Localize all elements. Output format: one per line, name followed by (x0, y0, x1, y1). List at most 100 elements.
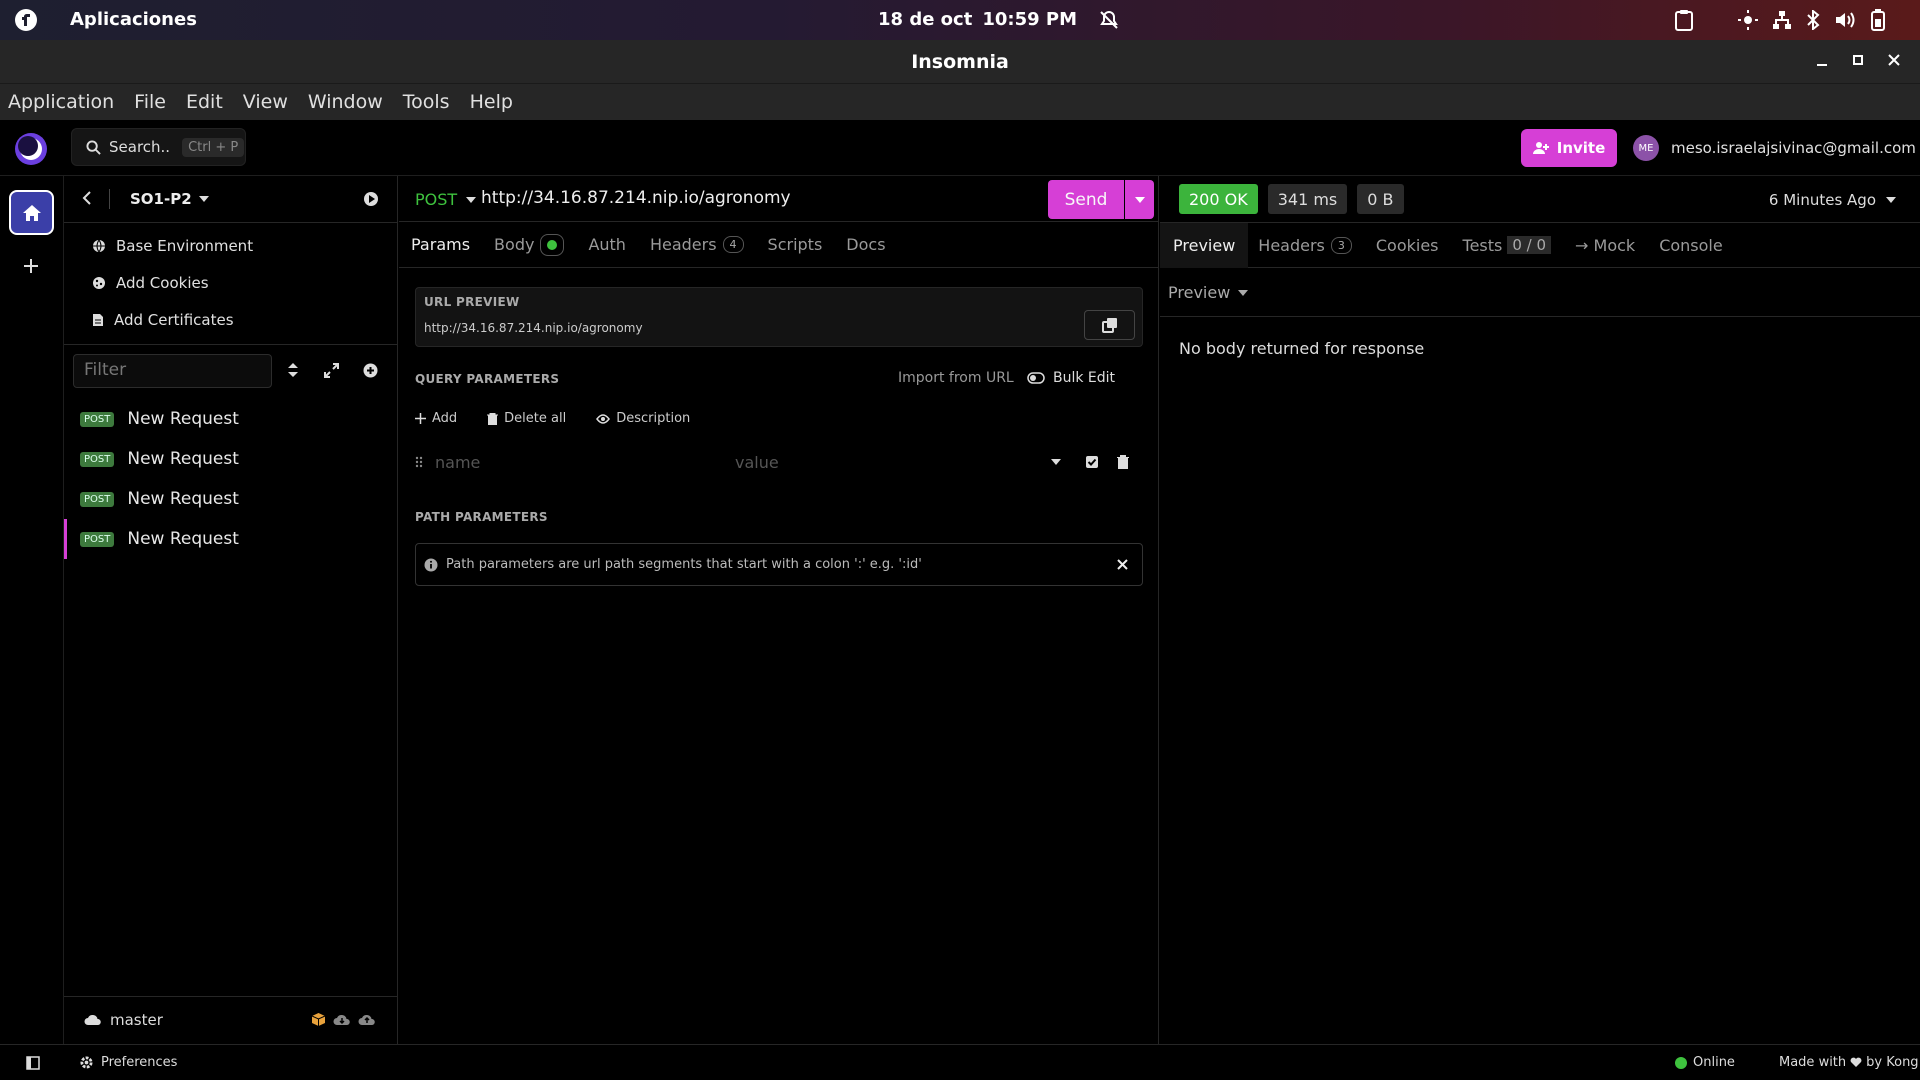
menu-file[interactable]: File (134, 91, 166, 113)
tab-cookies[interactable]: Cookies (1376, 236, 1439, 255)
home-button[interactable] (9, 190, 54, 235)
param-value-input[interactable]: value (735, 453, 1051, 472)
tab-scripts[interactable]: Scripts (768, 235, 823, 254)
project-name: SO1-P2 (130, 190, 192, 208)
expand-icon[interactable] (324, 363, 339, 378)
response-pane: 200 OK 341 ms 0 B 6 Minutes Ago Preview … (1160, 176, 1920, 1044)
param-row: name value (415, 447, 1143, 477)
fedora-logo-icon[interactable] (14, 8, 38, 32)
back-button[interactable] (82, 191, 92, 205)
made-with-kong[interactable]: Made with by Kong (1779, 1055, 1919, 1070)
add-request-icon[interactable] (363, 363, 378, 378)
path-parameters-info: Path parameters are url path segments th… (415, 543, 1143, 586)
add-project-icon[interactable] (23, 258, 39, 274)
bulk-edit-toggle[interactable]: Bulk Edit (1027, 370, 1115, 386)
send-options-button[interactable] (1125, 180, 1154, 219)
cloud-icon (84, 1014, 102, 1026)
project-switcher[interactable]: SO1-P2 (130, 190, 209, 208)
add-certificates-label: Add Certificates (114, 311, 234, 329)
close-icon[interactable] (1117, 559, 1128, 570)
headers-count-badge: 3 (1330, 236, 1352, 254)
response-size-badge: 0 B (1357, 184, 1404, 214)
drag-handle-icon[interactable] (415, 456, 423, 468)
close-icon[interactable] (1886, 52, 1902, 68)
preferences-label: Preferences (101, 1055, 178, 1070)
run-collection-icon[interactable] (363, 191, 379, 207)
response-history-selector[interactable]: 6 Minutes Ago (1769, 191, 1896, 209)
trash-icon[interactable] (1117, 455, 1129, 469)
request-item[interactable]: POST New Request (64, 399, 397, 439)
request-item[interactable]: POST New Request (64, 479, 397, 519)
menu-application[interactable]: Application (8, 91, 114, 113)
tab-mock[interactable]: → Mock (1575, 236, 1635, 255)
send-button[interactable]: Send (1048, 180, 1124, 219)
url-preview-text: http://34.16.87.214.nip.io/agronomy (424, 321, 643, 335)
tab-auth[interactable]: Auth (588, 235, 626, 254)
add-cookies-item[interactable]: Add Cookies (92, 274, 209, 292)
param-name-input[interactable]: name (435, 453, 735, 472)
delete-all-label: Delete all (504, 411, 567, 426)
tab-body-label: Body (494, 235, 535, 254)
clipboard-icon[interactable] (1674, 9, 1694, 31)
tab-console[interactable]: Console (1659, 236, 1723, 255)
description-toggle[interactable]: Description (596, 411, 690, 426)
search-icon (86, 139, 101, 155)
response-tabs: Preview Headers 3 Cookies Tests 0 / 0 → … (1160, 222, 1920, 268)
cloud-download-icon[interactable] (333, 1013, 351, 1026)
method-selector[interactable]: POST (415, 190, 477, 209)
system-tray[interactable] (1738, 9, 1886, 31)
sort-icon[interactable] (287, 362, 299, 378)
tab-headers-label: Headers (649, 235, 717, 254)
request-item[interactable]: POST New Request (64, 439, 397, 479)
request-item-active[interactable]: POST New Request (64, 519, 397, 559)
menu-edit[interactable]: Edit (186, 91, 223, 113)
insomnia-logo-icon[interactable] (14, 132, 48, 166)
invite-label: Invite (1556, 139, 1606, 157)
window-title-bar: Insomnia (0, 40, 1920, 84)
add-certificates-item[interactable]: Add Certificates (92, 311, 234, 329)
maximize-icon[interactable] (1850, 52, 1866, 68)
invite-button[interactable]: Invite (1521, 129, 1617, 167)
method-badge: POST (80, 411, 115, 427)
method-badge: POST (80, 491, 115, 507)
eye-off-icon (596, 413, 611, 424)
preferences-button[interactable]: Preferences (80, 1055, 177, 1070)
menu-tools[interactable]: Tools (403, 91, 450, 113)
add-param-button[interactable]: Add (415, 411, 457, 426)
package-icon[interactable] (311, 1012, 326, 1027)
copy-button[interactable] (1084, 310, 1135, 340)
tab-docs[interactable]: Docs (846, 235, 885, 254)
tab-preview[interactable]: Preview (1160, 222, 1249, 268)
online-status: Online (1675, 1055, 1735, 1070)
tab-body[interactable]: Body (494, 233, 565, 256)
menu-view[interactable]: View (243, 91, 288, 113)
request-tabs: Params Body Auth Headers 4 Scripts Docs (399, 222, 1159, 268)
tab-params[interactable]: Params (411, 235, 470, 254)
globe-icon (92, 239, 106, 253)
minimize-icon[interactable] (1814, 52, 1830, 68)
base-environment-item[interactable]: Base Environment (92, 237, 253, 255)
search-button[interactable]: Search.. Ctrl + P (71, 128, 246, 166)
preview-mode-selector[interactable]: Preview (1168, 283, 1249, 302)
filter-input[interactable]: Filter (73, 354, 272, 388)
divider (1160, 316, 1920, 317)
import-from-url-button[interactable]: Import from URL (898, 370, 1014, 386)
menu-window[interactable]: Window (308, 91, 383, 113)
tab-response-headers[interactable]: Headers 3 (1258, 236, 1352, 255)
status-bar: Preferences Online Made with by Kong (0, 1044, 1920, 1080)
menu-bar: Application File Edit View Window Tools … (0, 84, 1920, 120)
menu-help[interactable]: Help (470, 91, 513, 113)
cloud-upload-icon[interactable] (358, 1013, 376, 1026)
checkbox-checked-icon[interactable] (1085, 455, 1099, 469)
tab-headers[interactable]: Headers 4 (650, 235, 744, 254)
tab-tests[interactable]: Tests 0 / 0 (1463, 236, 1552, 255)
toggle-sidebar-icon[interactable] (26, 1056, 40, 1070)
branch-selector[interactable]: master (84, 1011, 163, 1029)
clock[interactable]: 18 de oct 10:59 PM (878, 9, 1119, 30)
activities-apps-button[interactable]: Aplicaciones (70, 9, 197, 30)
delete-all-button[interactable]: Delete all (487, 411, 566, 426)
user-menu[interactable]: ME meso.israelajsivinac@gmail.com (1633, 135, 1920, 161)
response-time-badge: 341 ms (1267, 184, 1348, 214)
chevron-down-icon[interactable] (1051, 458, 1061, 466)
url-input[interactable]: http://34.16.87.214.nip.io/agronomy (481, 188, 791, 208)
